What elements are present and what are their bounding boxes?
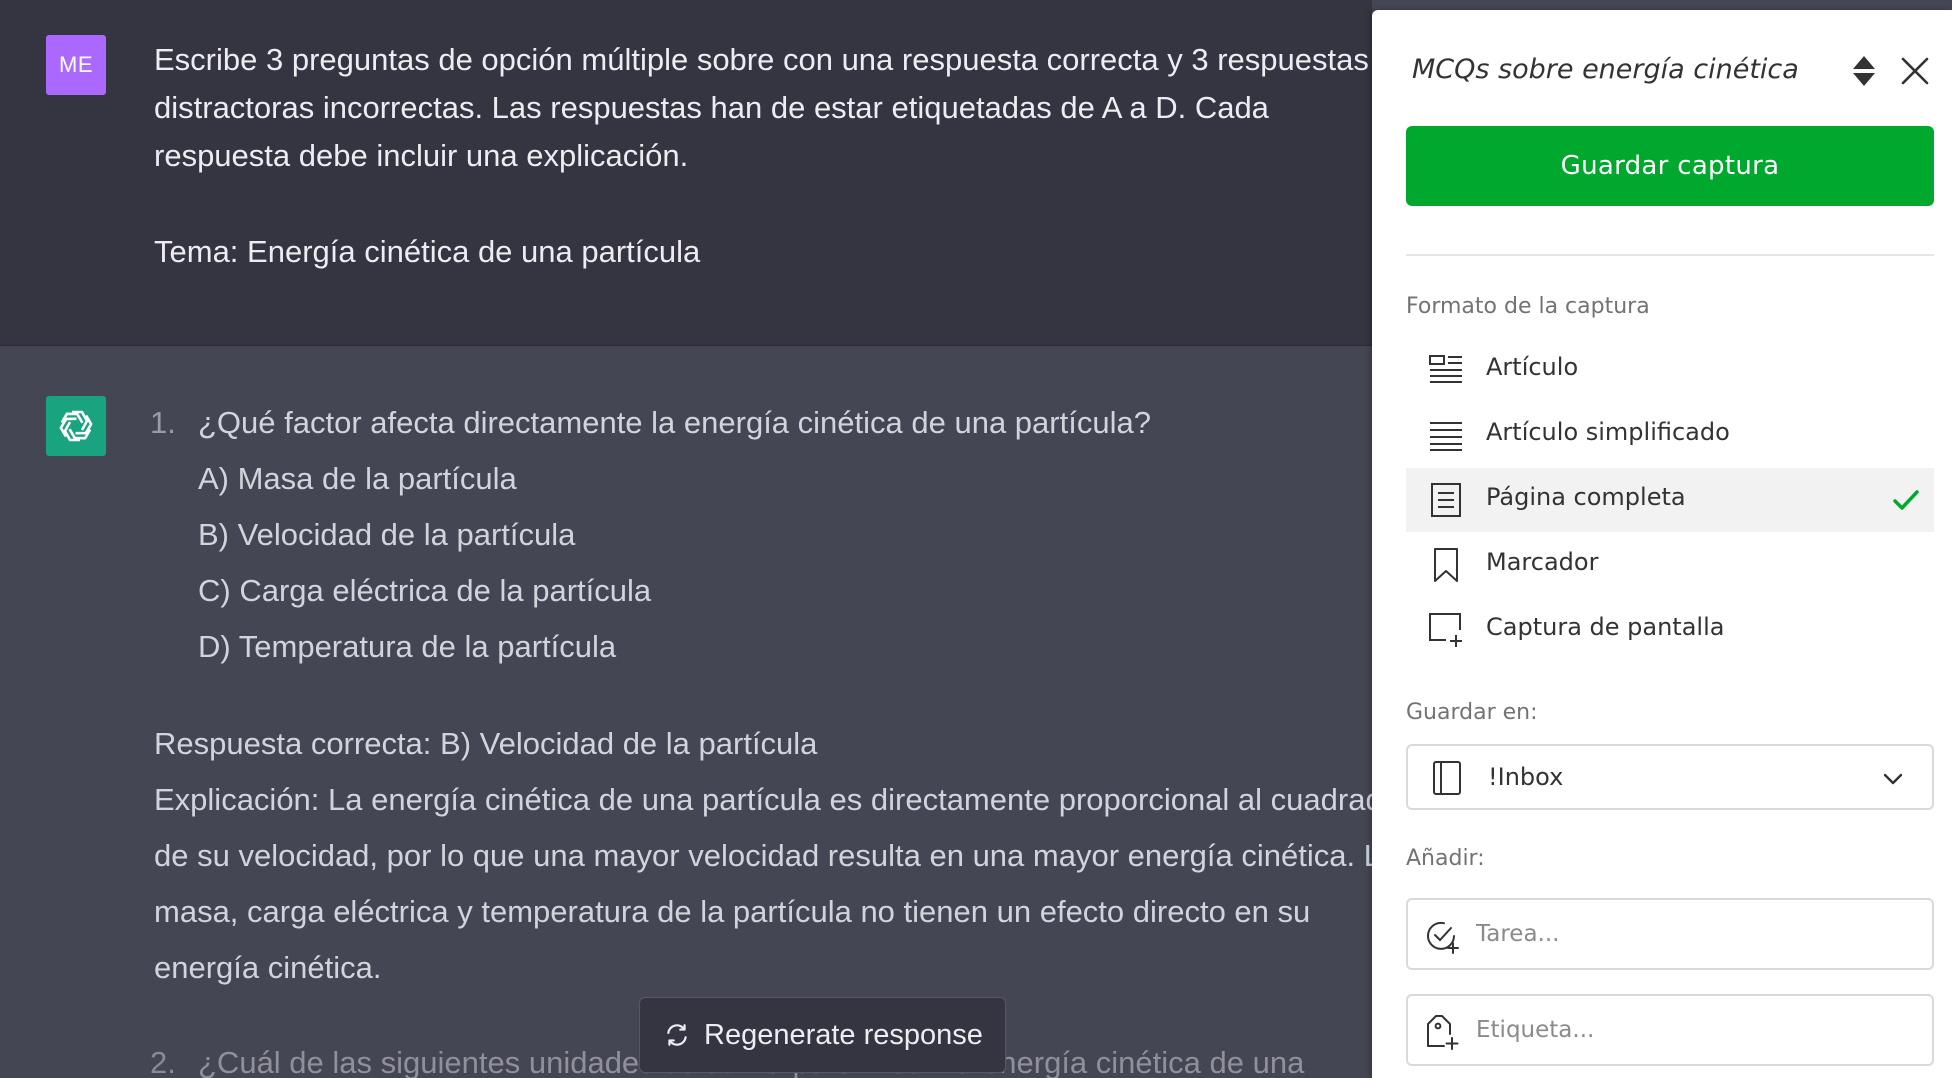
prompt-line: Escribe 3 preguntas de opción múltiple s… (154, 42, 1369, 77)
format-option-simplified-article[interactable]: Artículo simplificado (1406, 403, 1934, 467)
format-option-article[interactable]: Artículo (1406, 338, 1934, 402)
option-b: B) Velocidad de la partícula (198, 517, 576, 552)
option-c: C) Carga eléctrica de la partícula (198, 573, 652, 608)
explanation-line: Explicación: La energía cinética de una … (154, 782, 1372, 817)
close-icon[interactable] (1898, 54, 1932, 88)
correct-answer: Respuesta correcta: B) Velocidad de la p… (154, 726, 818, 761)
regenerate-label: Regenerate response (704, 1018, 983, 1051)
format-label: Captura de pantalla (1486, 613, 1725, 641)
regenerate-response-button[interactable]: Regenerate response (639, 997, 1006, 1073)
format-label: Artículo simplificado (1486, 418, 1730, 446)
divider (1406, 254, 1934, 256)
explanation-line: de su velocidad, por lo que una mayor ve… (154, 838, 1372, 873)
web-clipper-panel: MCQs sobre energía cinética Guardar capt… (1372, 10, 1952, 1078)
article-icon (1429, 355, 1462, 383)
user-prompt: Escribe 3 preguntas de opción múltiple s… (154, 36, 1372, 276)
tag-field[interactable] (1406, 994, 1934, 1066)
checkmark-icon (1893, 490, 1919, 510)
user-message: ME Escribe 3 preguntas de opción múltipl… (0, 0, 1372, 346)
user-avatar: ME (46, 35, 106, 95)
add-label: Añadir: (1406, 846, 1485, 871)
task-field[interactable] (1406, 898, 1934, 970)
question-number: 2. (150, 1045, 176, 1078)
add-tag-icon (1427, 1015, 1459, 1050)
task-input[interactable] (1476, 914, 1916, 954)
screenshot-icon (1429, 613, 1462, 647)
add-task-icon (1427, 921, 1459, 954)
notebook-icon (1433, 761, 1461, 795)
refresh-icon (667, 1024, 687, 1046)
option-d: D) Temperatura de la partícula (198, 629, 617, 664)
notebook-name: !Inbox (1488, 763, 1564, 791)
save-clip-button[interactable]: Guardar captura (1406, 126, 1934, 206)
simplified-article-icon (1430, 422, 1462, 451)
option-a: A) Masa de la partícula (198, 461, 517, 496)
full-page-icon (1431, 483, 1461, 517)
save-in-label: Guardar en: (1406, 700, 1538, 725)
bookmark-icon (1434, 548, 1458, 582)
tag-input[interactable] (1476, 1010, 1916, 1050)
format-label: Página completa (1486, 483, 1686, 511)
chevron-down-icon (1883, 773, 1903, 785)
question-number: 1. (150, 405, 176, 440)
format-section-label: Formato de la captura (1406, 294, 1650, 319)
format-option-full-page[interactable]: Página completa (1406, 468, 1934, 532)
question-text: ¿Qué factor afecta directamente la energ… (198, 405, 1151, 440)
prompt-line: respuesta debe incluir una explicación. (154, 138, 689, 173)
clip-title[interactable]: MCQs sobre energía cinética (1412, 54, 1799, 85)
chat-conversation: ME Escribe 3 preguntas de opción múltipl… (0, 0, 1372, 1078)
chatgpt-avatar (46, 396, 106, 456)
explanation-line: energía cinética. (154, 950, 382, 985)
prompt-topic: Tema: Energía cinética de una partícula (154, 234, 701, 269)
openai-logo-icon (59, 410, 93, 442)
format-option-screenshot[interactable]: Captura de pantalla (1406, 598, 1934, 662)
format-option-bookmark[interactable]: Marcador (1406, 533, 1934, 597)
prompt-line: distractoras incorrectas. Las respuestas… (154, 90, 1269, 125)
format-label: Marcador (1486, 548, 1599, 576)
notebook-select[interactable]: !Inbox (1406, 744, 1934, 810)
sort-toggle-icon[interactable] (1850, 54, 1878, 88)
explanation-line: masa, carga eléctrica y temperatura de l… (154, 894, 1311, 929)
format-label: Artículo (1486, 353, 1579, 381)
